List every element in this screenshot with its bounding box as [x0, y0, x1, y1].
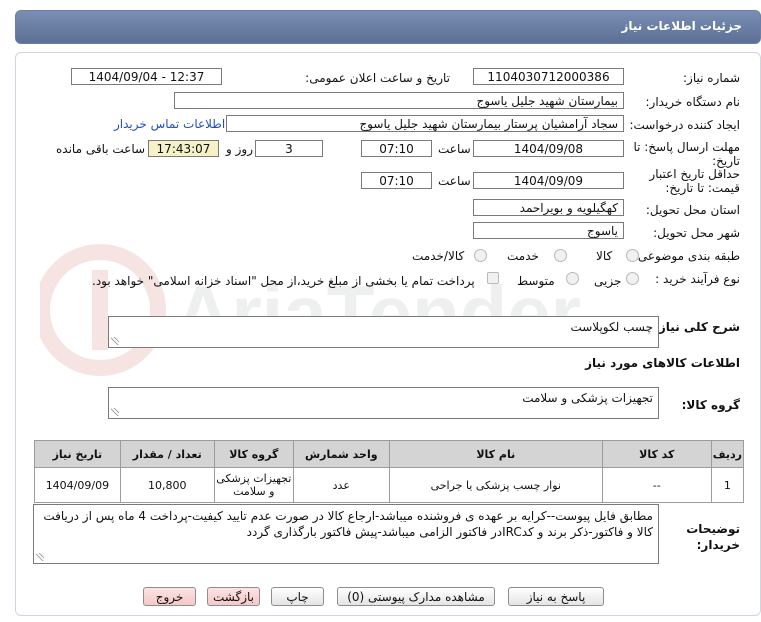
buyer-contact-link[interactable]: اطلاعات تماس خریدار [114, 117, 225, 131]
city-label: شهر محل تحویل: [653, 226, 740, 240]
goods-section-title: اطلاعات کالاهای مورد نیاز [585, 356, 740, 370]
col-row-header: ردیف [710, 440, 745, 468]
cell-unit: عدد [292, 467, 390, 503]
page-header: جزئیات اطلاعات نیاز [15, 10, 761, 44]
category-both-radio[interactable] [474, 249, 487, 262]
resize-grip-icon[interactable] [111, 408, 119, 416]
description-text: چسب لکوپلاست [570, 320, 653, 334]
table-row: 1 -- نوار چسب پزشکی یا جراحی عدد تجهیزات… [34, 467, 745, 503]
creator-label: ایجاد کننده درخواست: [629, 118, 740, 132]
creator-field: سجاد آرامشیان پرستار بیمارستان شهید جلیل… [226, 115, 624, 132]
cell-code: -- [601, 467, 712, 503]
col-date-header: تاریخ نیاز [34, 440, 121, 468]
buyer-notes-label: توضیحات خریدار: [686, 522, 740, 552]
cell-group: تجهیزات پزشکی و سلامت [213, 467, 294, 503]
col-qty-header: تعداد / مقدار [119, 440, 215, 468]
items-table: ردیف کد کالا نام کالا واحد شمارش گروه کا… [34, 440, 745, 503]
category-label: طبقه بندی موضوعی: [633, 249, 740, 263]
validity-label: حداقل تاریخ اعتبار قیمت: تا تاریخ: [649, 167, 740, 195]
validity-time-field: 07:10 [361, 172, 432, 189]
buyer-notes-text: مطابق فایل پیوست--کرایه بر عهده ی فروشند… [43, 509, 653, 539]
need-number-label: شماره نیاز: [683, 71, 740, 85]
need-number-field: 1104030712000386 [473, 68, 624, 85]
category-service-label: خدمت [507, 249, 539, 263]
goods-group-label: گروه کالا: [681, 398, 740, 412]
goods-group-text: تجهیزات پزشکی و سلامت [522, 391, 653, 405]
cell-name: نوار چسب پزشکی یا جراحی [388, 467, 603, 503]
buyer-label: نام دستگاه خریدار: [645, 95, 741, 109]
city-field: یاسوج [473, 222, 624, 239]
table-header-row: ردیف کد کالا نام کالا واحد شمارش گروه کا… [34, 440, 745, 468]
deadline-days-field: 3 [255, 140, 323, 157]
deadline-time-field: 07:10 [361, 140, 432, 157]
process-medium-radio[interactable] [566, 272, 579, 285]
cell-row: 1 [710, 467, 745, 503]
page-title: جزئیات اطلاعات نیاز [621, 19, 742, 33]
process-minor-radio[interactable] [626, 272, 639, 285]
validity-time-label: ساعت [438, 174, 471, 188]
goods-group-textarea[interactable]: تجهیزات پزشکی و سلامت [108, 387, 659, 419]
announce-label: تاریخ و ساعت اعلان عمومی: [305, 71, 450, 85]
col-group-header: گروه کالا [213, 440, 294, 468]
category-both-label: کالا/خدمت [412, 249, 465, 263]
category-goods-radio[interactable] [626, 249, 639, 262]
process-medium-label: متوسط [517, 274, 555, 288]
print-button[interactable]: چاپ [271, 587, 324, 606]
deadline-days-label: روز و [226, 142, 253, 156]
deadline-time-label: ساعت [438, 142, 471, 156]
province-label: استان محل تحویل: [645, 203, 740, 217]
announce-field: 1404/09/04 - 12:37 [71, 68, 222, 85]
description-textarea[interactable]: چسب لکوپلاست [108, 316, 659, 348]
process-minor-label: جزیی [594, 274, 622, 288]
col-unit-header: واحد شمارش [292, 440, 390, 468]
buyer-notes-textarea[interactable]: مطابق فایل پیوست--کرایه بر عهده ی فروشند… [33, 504, 659, 564]
category-goods-label: کالا [596, 249, 613, 263]
exit-button[interactable]: خروج [143, 587, 196, 606]
cell-date: 1404/09/09 [34, 467, 121, 503]
remaining-time-label: ساعت باقی مانده [56, 142, 146, 156]
province-field: کهگیلویه و بویراحمد [473, 199, 624, 216]
back-button[interactable]: بازگشت [207, 587, 260, 606]
process-label: نوع فرآیند خرید : [655, 272, 740, 286]
description-label: شرح کلی نیاز: [654, 320, 740, 334]
deadline-date-field: 1404/09/08 [473, 140, 624, 157]
treasury-payment-checkbox[interactable] [487, 272, 499, 284]
validity-date-field: 1404/09/09 [473, 172, 624, 189]
category-service-radio[interactable] [554, 249, 567, 262]
buyer-field: بیمارستان شهید جلیل یاسوج [174, 92, 624, 109]
deadline-label: مهلت ارسال پاسخ: تا تاریخ: [633, 140, 740, 168]
remaining-time-field: 17:43:07 [148, 140, 219, 157]
cell-qty: 10,800 [119, 467, 215, 503]
col-name-header: نام کالا [388, 440, 603, 468]
attachments-button[interactable]: مشاهده مدارک پیوستی (0) [337, 587, 495, 606]
col-code-header: کد کالا [601, 440, 712, 468]
reply-button[interactable]: پاسخ به نیاز [508, 587, 604, 606]
resize-grip-icon[interactable] [36, 553, 44, 561]
treasury-payment-note: پرداخت تمام یا بخشی از مبلغ خرید،از محل … [92, 274, 475, 288]
resize-grip-icon[interactable] [111, 337, 119, 345]
